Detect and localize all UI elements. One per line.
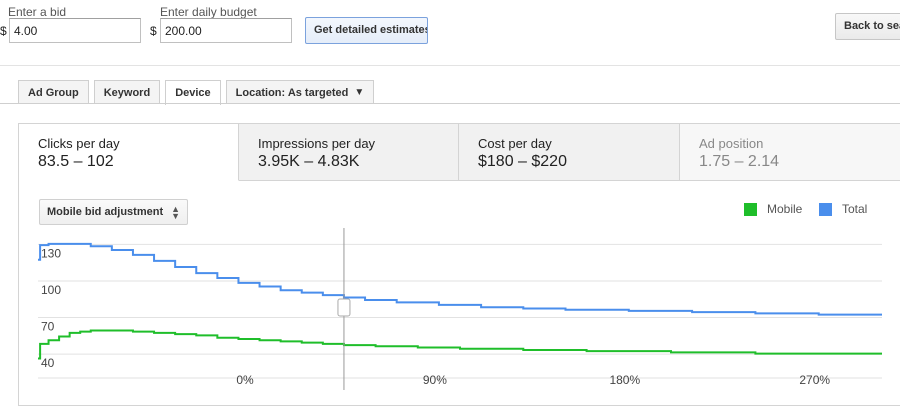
total-series-line bbox=[38, 242, 882, 316]
estimates-page: Enter a bid $ Enter daily budget $ Get d… bbox=[0, 0, 900, 406]
y-tick-label: 130 bbox=[41, 246, 61, 260]
x-tick-label: 270% bbox=[799, 373, 830, 387]
y-tick-label: 100 bbox=[41, 283, 61, 297]
clicks-chart: 40 70 100 130 0% 90% 180% 270% bbox=[38, 228, 882, 390]
x-tick-label: 0% bbox=[236, 373, 254, 387]
x-tick-label: 90% bbox=[423, 373, 447, 387]
y-tick-label: 70 bbox=[41, 320, 55, 334]
y-tick-label: 40 bbox=[41, 356, 55, 370]
bid-adjustment-slider-handle[interactable] bbox=[337, 298, 351, 317]
x-tick-label: 180% bbox=[609, 373, 640, 387]
